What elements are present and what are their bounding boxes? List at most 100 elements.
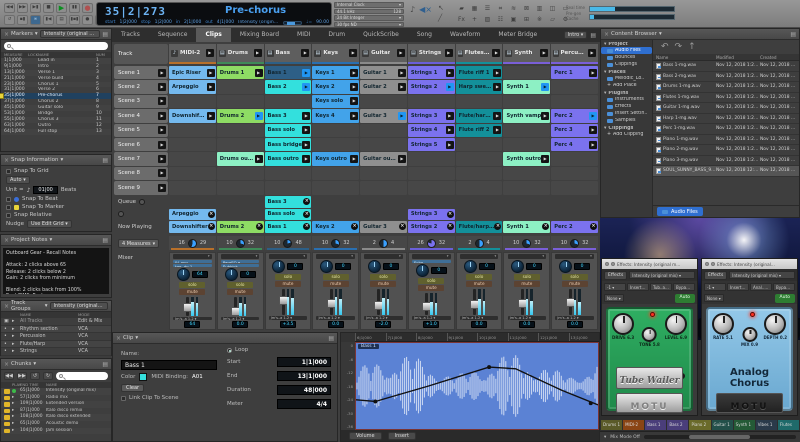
pan-value[interactable]: 0 (335, 262, 352, 270)
pan-value[interactable]: 0 (239, 270, 256, 278)
chunk-row[interactable]: ▸ 104|1|000 Jam session (1, 427, 111, 435)
clip-slot[interactable]: Strings 5 ▶ (407, 137, 455, 152)
clip-play-button[interactable]: ▶ (206, 83, 215, 92)
clip-play-button[interactable]: ▶ (541, 111, 550, 120)
tool-icon[interactable]: ▦ (469, 4, 480, 13)
window-title-bar[interactable]: Effects: Intensity (original m... (602, 259, 697, 269)
close-icon[interactable]: × (4, 31, 9, 38)
track-play-button[interactable]: ▶ (396, 49, 405, 57)
queue-slot[interactable] (360, 209, 407, 221)
clip-slot[interactable] (312, 181, 360, 195)
end-field[interactable]: 13|1|000 (277, 371, 331, 381)
queue-slot[interactable] (217, 209, 264, 221)
queue-slot[interactable] (551, 209, 598, 221)
clip[interactable]: Downshifter ▶ (169, 109, 216, 123)
output-assignment-dropdown[interactable]: Jm's..a 1-2 ▾ (173, 316, 212, 321)
tree-item-audio-files[interactable]: Audio Files (601, 47, 652, 54)
insert-slot-dropdown[interactable]: ▾ (316, 254, 355, 259)
clip-slot[interactable] (360, 123, 407, 137)
clip-play-button[interactable]: ▶ (350, 68, 359, 77)
tool-icon[interactable]: ▨ (482, 15, 493, 24)
clip-play-button[interactable]: ▶ (254, 155, 263, 164)
queue-cancel-icon[interactable]: × (446, 223, 454, 231)
clip-slot[interactable] (312, 137, 360, 152)
scene-play-button[interactable]: ▶ (158, 140, 166, 149)
automation-point[interactable] (373, 399, 378, 404)
clip-slot[interactable]: Guitar outro ▶ (360, 152, 407, 166)
clip-slot[interactable] (169, 94, 216, 109)
queue-cancel-icon[interactable]: × (590, 223, 597, 231)
insert-effect-chip[interactable]: ParaEQ e.. (220, 259, 260, 263)
marker-row[interactable]: 64|1|000 Full stop 13 (1, 128, 111, 135)
rate-knob[interactable] (712, 313, 734, 335)
horizontal-scrollbar[interactable] (643, 435, 796, 439)
clip-slot[interactable] (503, 181, 551, 195)
snap-to-beat-checkbox[interactable] (6, 196, 11, 202)
clip-slot[interactable]: Perc 1 ▶ (551, 66, 598, 80)
clip[interactable]: Synth vamp ▶ (503, 109, 551, 123)
clip[interactable]: Keys 1 ▶ (312, 66, 360, 80)
clip-play-button[interactable]: ▶ (254, 111, 263, 120)
queue-slot[interactable]: Bass 3 × (264, 196, 312, 208)
mute-button[interactable]: mute (322, 280, 349, 287)
tab-song[interactable]: Song (408, 28, 441, 42)
pan-knob[interactable] (559, 259, 573, 273)
clip-slot[interactable]: Keys 4 ▶ (312, 109, 360, 123)
pan-knob[interactable] (320, 259, 334, 273)
queue-cancel-icon[interactable]: × (398, 223, 406, 231)
pan-value[interactable]: 0 (382, 262, 399, 270)
clip-slot[interactable] (360, 166, 407, 181)
clip-slot[interactable] (216, 123, 264, 137)
stop-value[interactable]: 1|2|000 (155, 20, 172, 25)
scene-launch-scene-9[interactable]: Scene 9 ▶ (114, 181, 168, 195)
clip-slot[interactable] (169, 181, 216, 195)
out-value[interactable]: 4|1|000 (217, 20, 234, 25)
queue-cancel-icon[interactable]: × (207, 223, 215, 231)
track-header-midi-2[interactable]: ♪ MIDI-2 ▶ (169, 44, 216, 64)
insert-slot-dropdown[interactable]: ▾ (173, 254, 212, 259)
insert-slot-dropdown[interactable]: ▾ (459, 254, 499, 259)
file-row[interactable]: Bass 2-mg.wav Nov 12, 2018 1:23 PM Nov 12,… (653, 72, 799, 82)
queue-cancel-icon[interactable]: × (446, 210, 454, 218)
clip-slot[interactable] (264, 166, 312, 181)
clip[interactable]: Keys 2 × (312, 221, 360, 233)
content-browser-title[interactable]: Content Browser (611, 31, 657, 37)
effect-preset-dropdown[interactable]: Intensity (original mix) ▾ (729, 271, 795, 279)
insert-slot-dropdown[interactable]: Insert C ▾ (727, 282, 749, 291)
link-clip-checkbox[interactable] (121, 395, 126, 401)
pan-value[interactable]: 0 (526, 262, 543, 270)
scene-play-button[interactable]: ▶ (158, 126, 166, 135)
clip-slot[interactable]: Strings 3 ▶ (407, 109, 455, 123)
track-header-percussion[interactable]: ▤Percussion▶ (551, 44, 598, 64)
clip-play-button[interactable]: ▶ (302, 83, 311, 92)
insert-slot-dropdown[interactable]: ▾ (220, 254, 260, 259)
clip-play-button[interactable]: ▶ (493, 126, 502, 135)
tool-icon[interactable]: ⌗ (495, 4, 506, 13)
tool-icon[interactable]: ▥ (534, 4, 545, 13)
level-knob[interactable] (664, 313, 687, 335)
queue-cancel-icon[interactable]: × (303, 223, 311, 231)
insert-effect-chip[interactable]: tgg..dn 1 (173, 263, 212, 267)
board-channel-synth-1[interactable]: Synth 1 (733, 420, 755, 430)
overdub-icon[interactable]: ▤ (56, 15, 67, 25)
queue-cancel-icon[interactable]: × (303, 198, 311, 206)
board-channel-vibes-1[interactable]: Vibes 1 (755, 420, 777, 430)
clip[interactable]: Strings 1 ▶ (407, 66, 455, 80)
snap-mode-dropdown[interactable]: Auto ▾ (6, 176, 30, 184)
clip[interactable]: Guitar 2 ▶ (360, 80, 407, 94)
tempo-slider[interactable] (282, 20, 303, 25)
close-icon[interactable]: × (116, 335, 121, 342)
track-play-button[interactable]: ▶ (540, 49, 549, 57)
clip-slot[interactable]: Strings 1 ▶ (407, 66, 455, 80)
volume-value[interactable]: 0.0 (566, 321, 583, 328)
scene-launch-scene-1[interactable]: Scene 1 ▶ (114, 66, 168, 80)
insert-effect-chip[interactable]: JV..ony (173, 259, 212, 263)
queue-slot[interactable] (312, 196, 359, 208)
scene-launch-scene-7[interactable]: Scene 7 ▶ (114, 152, 168, 166)
automation-point[interactable] (588, 401, 593, 406)
chunks-search-input[interactable] (56, 372, 108, 380)
clip-slot[interactable]: Strings 2 ▶ (407, 80, 455, 94)
stop-icon[interactable]: ■ (43, 3, 54, 13)
clip[interactable]: Strings 2 ▶ (407, 80, 455, 94)
clip-slot[interactable] (264, 94, 312, 109)
